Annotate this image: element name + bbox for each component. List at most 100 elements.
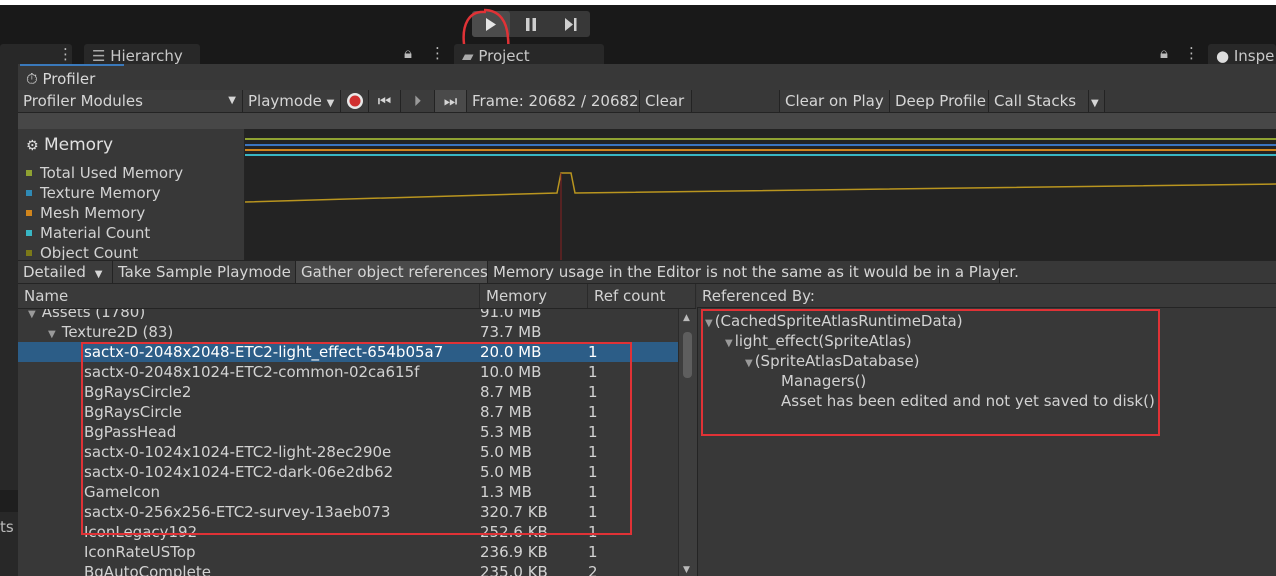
chevron-down-icon: ▼ — [326, 98, 335, 109]
step-icon — [565, 17, 577, 31]
tab-project[interactable]: ▰ Project — [454, 44, 604, 66]
legend-swatch — [26, 209, 32, 216]
background-panel-divider — [0, 490, 18, 512]
row-memory: 235.0 KB — [480, 563, 548, 576]
editor-memory-notice: Memory usage in the Editor is not the sa… — [488, 261, 1019, 283]
pause-button[interactable] — [512, 11, 550, 37]
table-row[interactable]: BgAutoComplete 235.0 KB 2 — [18, 562, 678, 576]
legend-label: Texture Memory — [40, 184, 161, 202]
annotation-box-textures — [81, 342, 632, 535]
column-header-memory[interactable]: Memory — [480, 284, 588, 308]
row-name: Assets (1780) — [41, 309, 146, 321]
take-sample-button[interactable]: Take Sample Playmode — [113, 261, 296, 283]
row-name: BgAutoComplete — [84, 563, 211, 576]
expand-arrow-icon[interactable]: ▼ — [28, 309, 36, 320]
tab-inspector[interactable]: ● Inspe — [1208, 44, 1276, 66]
legend-swatch — [26, 189, 32, 196]
annotation-box-references — [701, 309, 1160, 436]
legend-item-texture-memory[interactable]: Texture Memory — [26, 183, 161, 203]
lock-icon[interactable]: 🔒︎ — [404, 44, 412, 62]
left-panel-fragment: ts — [0, 518, 14, 536]
call-stacks-dropdown[interactable]: ▼ — [1089, 90, 1105, 112]
clear-on-play-toggle[interactable]: Clear on Play — [780, 90, 890, 112]
legend-swatch — [26, 249, 32, 256]
call-stacks-toggle[interactable]: Call Stacks — [989, 90, 1089, 112]
legend-item-object-count[interactable]: Object Count — [26, 243, 138, 260]
tab-profiler[interactable]: ⏱ Profiler — [20, 64, 124, 90]
scroll-down-icon[interactable]: ▼ — [683, 565, 690, 575]
editor-tab-row: ⋮ ☰ Hierarchy 🔒︎ ⋮ ▰ Project 🔒︎ ⋮ ● Insp… — [0, 42, 1276, 66]
memory-timeline-lines — [245, 138, 1276, 260]
next-frame-icon: ⏵︎ — [413, 92, 422, 110]
deep-profile-toggle[interactable]: Deep Profile — [890, 90, 989, 112]
view-mode-dropdown[interactable]: Detailed ▼ — [18, 261, 113, 283]
legend-item-mesh-memory[interactable]: Mesh Memory — [26, 203, 145, 223]
next-frame-button[interactable]: ⏵︎ — [401, 90, 435, 112]
expand-arrow-icon[interactable]: ▼ — [48, 329, 56, 340]
left-tab-stub: ⋮ — [0, 42, 73, 66]
lock-icon[interactable]: 🔒︎ — [1160, 44, 1168, 62]
tree-row-texture2d[interactable]: ▼ Texture2D (83) 73.7 MB — [18, 322, 678, 342]
memory-table-header: Name Memory Ref count — [18, 284, 696, 309]
chip-icon: ⚙ — [26, 138, 39, 154]
record-icon — [347, 93, 363, 109]
legend-label: Object Count — [40, 244, 139, 260]
legend-item-material-count[interactable]: Material Count — [26, 223, 150, 243]
list-icon: ☰ — [92, 47, 106, 65]
memory-module-title: Memory — [43, 135, 114, 155]
info-icon: ● — [1216, 47, 1230, 65]
scrollbar-thumb[interactable] — [683, 332, 692, 378]
profiler-icon: ⏱ — [26, 70, 38, 88]
timeline-header — [18, 113, 1276, 130]
folder-icon: ▰ — [462, 47, 474, 65]
first-frame-icon: ⏮ — [377, 92, 392, 110]
playmode-dropdown[interactable]: Playmode ▼ — [243, 90, 341, 112]
last-frame-icon: ⏭ — [443, 92, 458, 110]
tree-row-assets[interactable]: ▼ Assets (1780) 91.0 MB — [18, 309, 678, 322]
scroll-up-icon[interactable]: ▲ — [683, 313, 690, 323]
clear-button[interactable]: Clear — [640, 90, 692, 112]
series-object-count — [245, 172, 1276, 203]
view-mode-label: Detailed — [23, 263, 86, 281]
toolbar-spacer — [692, 90, 780, 112]
top-toolbar — [0, 0, 1276, 44]
memory-detail-toolbar: Detailed ▼ Take Sample Playmode Gather o… — [18, 260, 1276, 284]
step-button[interactable] — [552, 11, 590, 37]
chevron-down-icon: ▼ — [1091, 98, 1099, 109]
tab-hierarchy[interactable]: ☰ Hierarchy — [84, 44, 200, 66]
memory-timeline-chart[interactable] — [245, 129, 1276, 260]
row-memory: 91.0 MB — [480, 309, 542, 321]
row-memory: 236.9 KB — [480, 543, 548, 561]
column-header-ref-count[interactable]: Ref count — [588, 284, 696, 308]
legend-label: Total Used Memory — [40, 164, 184, 182]
table-row[interactable]: IconRateUSTop 236.9 KB 1 — [18, 542, 678, 562]
row-ref-count: 2 — [588, 563, 598, 576]
profiler-toolbar: Profiler Modules ▼ Playmode ▼ ⏮ ⏵︎ ⏭ Fra… — [18, 90, 1276, 113]
chevron-down-icon: ▼ — [94, 269, 103, 280]
pause-icon — [526, 17, 536, 31]
legend-swatch — [26, 169, 32, 176]
tab-inspector-label: Inspe — [1233, 47, 1275, 65]
menu-dots-icon[interactable]: ⋮ — [430, 44, 445, 62]
frame-counter: Frame: 20682 / 20682 — [467, 90, 640, 112]
first-frame-button[interactable]: ⏮ — [369, 90, 401, 112]
playmode-label: Playmode — [248, 92, 322, 110]
column-header-name[interactable]: Name — [18, 284, 480, 308]
menu-dots-icon[interactable]: ⋮ — [58, 42, 73, 66]
legend-swatch — [26, 229, 32, 236]
record-button[interactable] — [341, 90, 369, 112]
row-memory: 73.7 MB — [480, 323, 542, 341]
memory-module-panel[interactable]: ⚙ Memory Total Used Memory Texture Memor… — [18, 129, 245, 260]
menu-dots-icon[interactable]: ⋮ — [1184, 44, 1199, 62]
profiler-modules-dropdown[interactable]: Profiler Modules ▼ — [18, 90, 243, 112]
referenced-by-header: Referenced By: — [697, 284, 1276, 308]
gather-object-references-toggle[interactable]: Gather object references — [296, 261, 488, 283]
last-frame-button[interactable]: ⏭ — [435, 90, 467, 112]
legend-item-total-used-memory[interactable]: Total Used Memory — [26, 163, 183, 183]
row-name: Texture2D (83) — [61, 323, 174, 341]
memory-module-title-row: ⚙ Memory — [26, 135, 113, 155]
chevron-down-icon: ▼ — [228, 95, 236, 106]
row-name: IconRateUSTop — [84, 543, 196, 561]
tab-hierarchy-label: Hierarchy — [110, 47, 183, 65]
tab-project-label: Project — [478, 47, 530, 65]
